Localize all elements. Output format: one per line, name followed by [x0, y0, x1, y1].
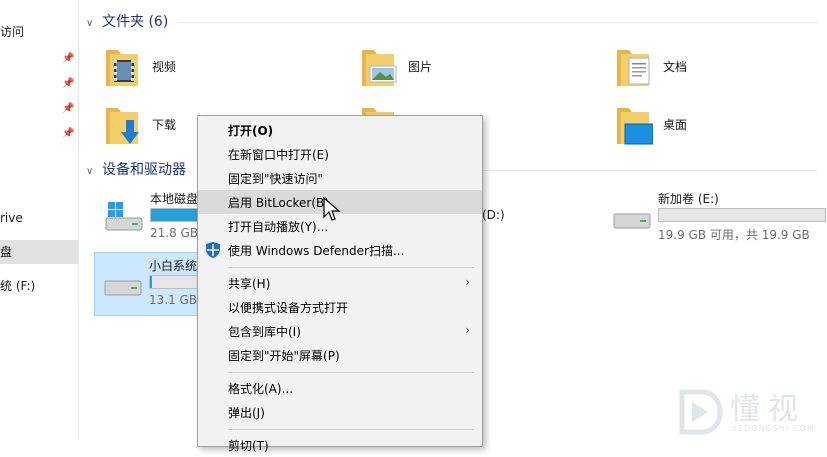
folder-name: 下载	[152, 118, 177, 132]
context-menu: 打开(O) 在新窗口中打开(E) 固定到"快速访问" 启用 BitLocker(…	[197, 115, 483, 453]
watermark-logo-icon	[679, 389, 723, 435]
menu-item-label: 打开(O)	[228, 124, 274, 138]
drive-icon	[613, 213, 651, 229]
drive-e[interactable]: 新加卷 (E:) 19.9 GB 可用，共 19.9 GB	[604, 186, 827, 248]
folder-name: 桌面	[663, 118, 688, 132]
drive-icon	[104, 280, 142, 296]
drive-name: 小白系统	[149, 259, 198, 273]
menu-item-defender-scan[interactable]: 使用 Windows Defender扫描...	[198, 238, 482, 262]
folder-videos[interactable]: 视频	[102, 44, 302, 94]
nav-item-onedrive[interactable]: rive	[0, 206, 78, 230]
folders-group-header[interactable]: ∨ 文件夹 (6)	[86, 12, 168, 32]
devices-group-title: 设备和驱动器	[102, 162, 186, 178]
menu-item-format[interactable]: 格式化(A)...	[198, 376, 482, 400]
menu-item-open-new-window[interactable]: 在新窗口中打开(E)	[198, 142, 482, 166]
windows-defender-shield-icon	[206, 242, 220, 258]
chevron-right-icon: ›	[465, 323, 470, 337]
menu-item-cut[interactable]: 剪切(T)	[198, 433, 482, 457]
menu-item-pin-quick-access[interactable]: 固定到"快速访问"	[198, 166, 482, 190]
nav-item-label: 访问	[0, 25, 25, 39]
pictures-folder-icon	[362, 50, 397, 86]
folder-desktop[interactable]: 桌面	[613, 102, 813, 152]
documents-folder-icon	[617, 50, 650, 86]
menu-item-label: 使用 Windows Defender扫描...	[228, 244, 405, 258]
drive-size-text: 13.1 GB	[149, 293, 198, 307]
group-divider	[178, 22, 818, 23]
folder-name: 图片	[408, 60, 433, 74]
folder-documents[interactable]: 文档	[613, 44, 813, 94]
menu-separator	[228, 372, 474, 373]
folders-group-title: 文件夹 (6)	[102, 14, 169, 30]
menu-item-open[interactable]: 打开(O)	[198, 118, 482, 142]
drive-name: 新加卷 (E:)	[658, 192, 719, 206]
menu-item-label: 弹出(J)	[228, 406, 265, 420]
menu-item-include-in-library[interactable]: 包含到库中(I) ›	[198, 319, 482, 343]
watermark: 懂视 51DONGSHI.COM	[668, 382, 827, 440]
navigation-pane: 访问 📌 📌 📌 📌 rive 盘 统 (F:)	[0, 0, 79, 440]
menu-separator	[228, 429, 474, 430]
menu-item-label: 打开自动播放(Y)...	[228, 220, 329, 234]
nav-item-label: rive	[0, 211, 23, 225]
drive-size-text: 19.9 GB 可用，共 19.9 GB	[658, 228, 810, 242]
menu-separator	[228, 267, 474, 268]
folder-name: 视频	[152, 60, 177, 74]
drive-xiaobai-system[interactable]: 小白系统 13.1 GB	[94, 252, 214, 316]
drive-name: 本地磁盘	[150, 192, 199, 206]
watermark-subtext: 51DONGSHI.COM	[732, 424, 815, 433]
menu-item-label: 共享(H)	[228, 277, 271, 291]
drive-usage-bar	[658, 208, 826, 222]
nav-item-drive-f[interactable]: 统 (F:)	[0, 274, 78, 298]
pin-icon: 📌	[62, 53, 75, 64]
nav-item-quick-access[interactable]: 访问	[0, 20, 78, 44]
folder-name: 文档	[663, 60, 688, 74]
pin-icon: 📌	[62, 128, 75, 139]
devices-group-header[interactable]: ∨ 设备和驱动器	[86, 160, 186, 180]
nav-item-this-pc[interactable]: 盘	[0, 240, 78, 264]
menu-item-label: 固定到"快速访问"	[228, 172, 324, 186]
menu-item-pin-start[interactable]: 固定到"开始"屏幕(P)	[198, 343, 482, 367]
downloads-folder-icon	[106, 108, 139, 144]
pin-icon: 📌	[62, 103, 75, 114]
video-folder-icon	[106, 50, 138, 86]
menu-item-open-portable-device[interactable]: 以便携式设备方式打开	[198, 295, 482, 319]
folder-pictures[interactable]: 图片	[358, 44, 558, 94]
menu-item-label: 固定到"开始"屏幕(P)	[228, 349, 340, 363]
nav-item-label: 盘	[0, 245, 13, 259]
mouse-pointer-icon	[323, 197, 341, 221]
watermark-text: 懂视	[730, 392, 806, 427]
menu-item-label: 包含到库中(I)	[228, 325, 301, 339]
windows-drive-icon	[105, 202, 143, 231]
menu-item-label: 启用 BitLocker(B)	[228, 196, 329, 210]
pin-icon: 📌	[62, 78, 75, 89]
menu-item-label: 以便携式设备方式打开	[228, 301, 349, 315]
menu-item-eject[interactable]: 弹出(J)	[198, 400, 482, 424]
desktop-folder-icon	[617, 108, 653, 145]
drive-name: (D:)	[482, 208, 505, 222]
menu-item-label: 在新窗口中打开(E)	[228, 148, 329, 162]
menu-item-label: 格式化(A)...	[228, 382, 294, 396]
chevron-down-icon: ∨	[86, 18, 94, 29]
drive-usage-fill	[150, 276, 153, 288]
nav-item-label: 统 (F:)	[0, 279, 36, 293]
drive-size-text: 21.8 GB	[150, 226, 199, 240]
menu-item-share[interactable]: 共享(H) ›	[198, 271, 482, 295]
chevron-right-icon: ›	[465, 275, 470, 289]
chevron-down-icon: ∨	[86, 166, 94, 177]
